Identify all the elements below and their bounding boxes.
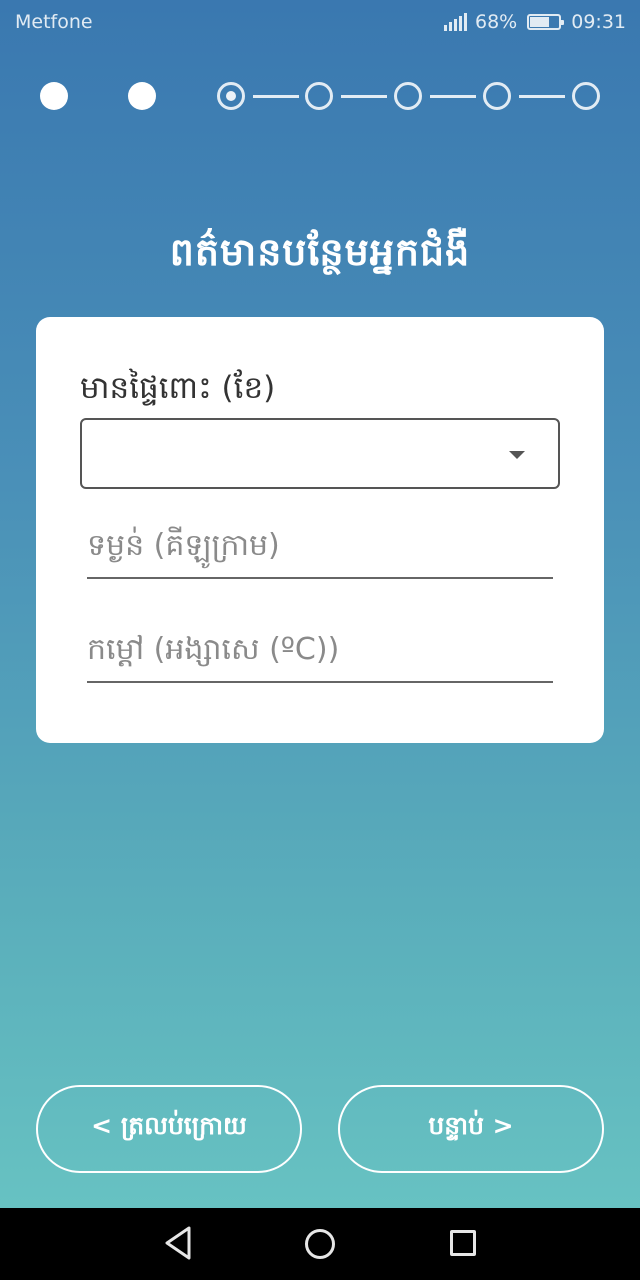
battery-percent: 68% [475,11,518,33]
home-circle-icon[interactable] [305,1229,335,1259]
step-5-pending [394,82,422,110]
status-indicators: 68% 09:31 [444,11,626,33]
step-6-pending [483,82,511,110]
page-title: ពត៌មានបន្ថែមអ្នកជំងឺ [169,230,471,274]
back-button[interactable]: < ត្រលប់ក្រោយ [36,1085,302,1173]
carrier-name: Metfone [15,11,93,33]
pregnancy-months-select[interactable] [80,418,560,489]
step-connector [253,95,299,98]
patient-info-form-card: មានផ្ទៃពោះ (ខែ) [36,317,604,743]
step-connector [519,95,565,98]
signal-icon [444,13,467,31]
status-bar: Metfone 68% 09:31 [0,0,640,44]
system-navigation-bar [0,1208,640,1280]
battery-icon [527,14,565,30]
recent-square-icon[interactable] [450,1230,476,1256]
step-4-pending [305,82,333,110]
pregnancy-months-label: មានផ្ទៃពោះ (ខែ) [80,370,276,406]
clock: 09:31 [571,11,626,33]
next-button[interactable]: បន្ទាប់ > [338,1085,604,1173]
weight-kg-input[interactable] [87,521,553,579]
step-1-completed [40,82,68,110]
step-connector [430,95,476,98]
step-2-completed [128,82,156,110]
progress-stepper [0,70,640,122]
app-screen: Metfone 68% 09:31 ពត៌មានបន្ថែមអ្នកជំងឺ ម… [0,0,640,1208]
step-7-pending [572,82,600,110]
temperature-celsius-input[interactable] [87,625,553,683]
step-3-current [217,82,245,110]
step-connector [341,95,387,98]
back-triangle-icon[interactable] [163,1225,193,1265]
chevron-down-icon [509,451,525,459]
